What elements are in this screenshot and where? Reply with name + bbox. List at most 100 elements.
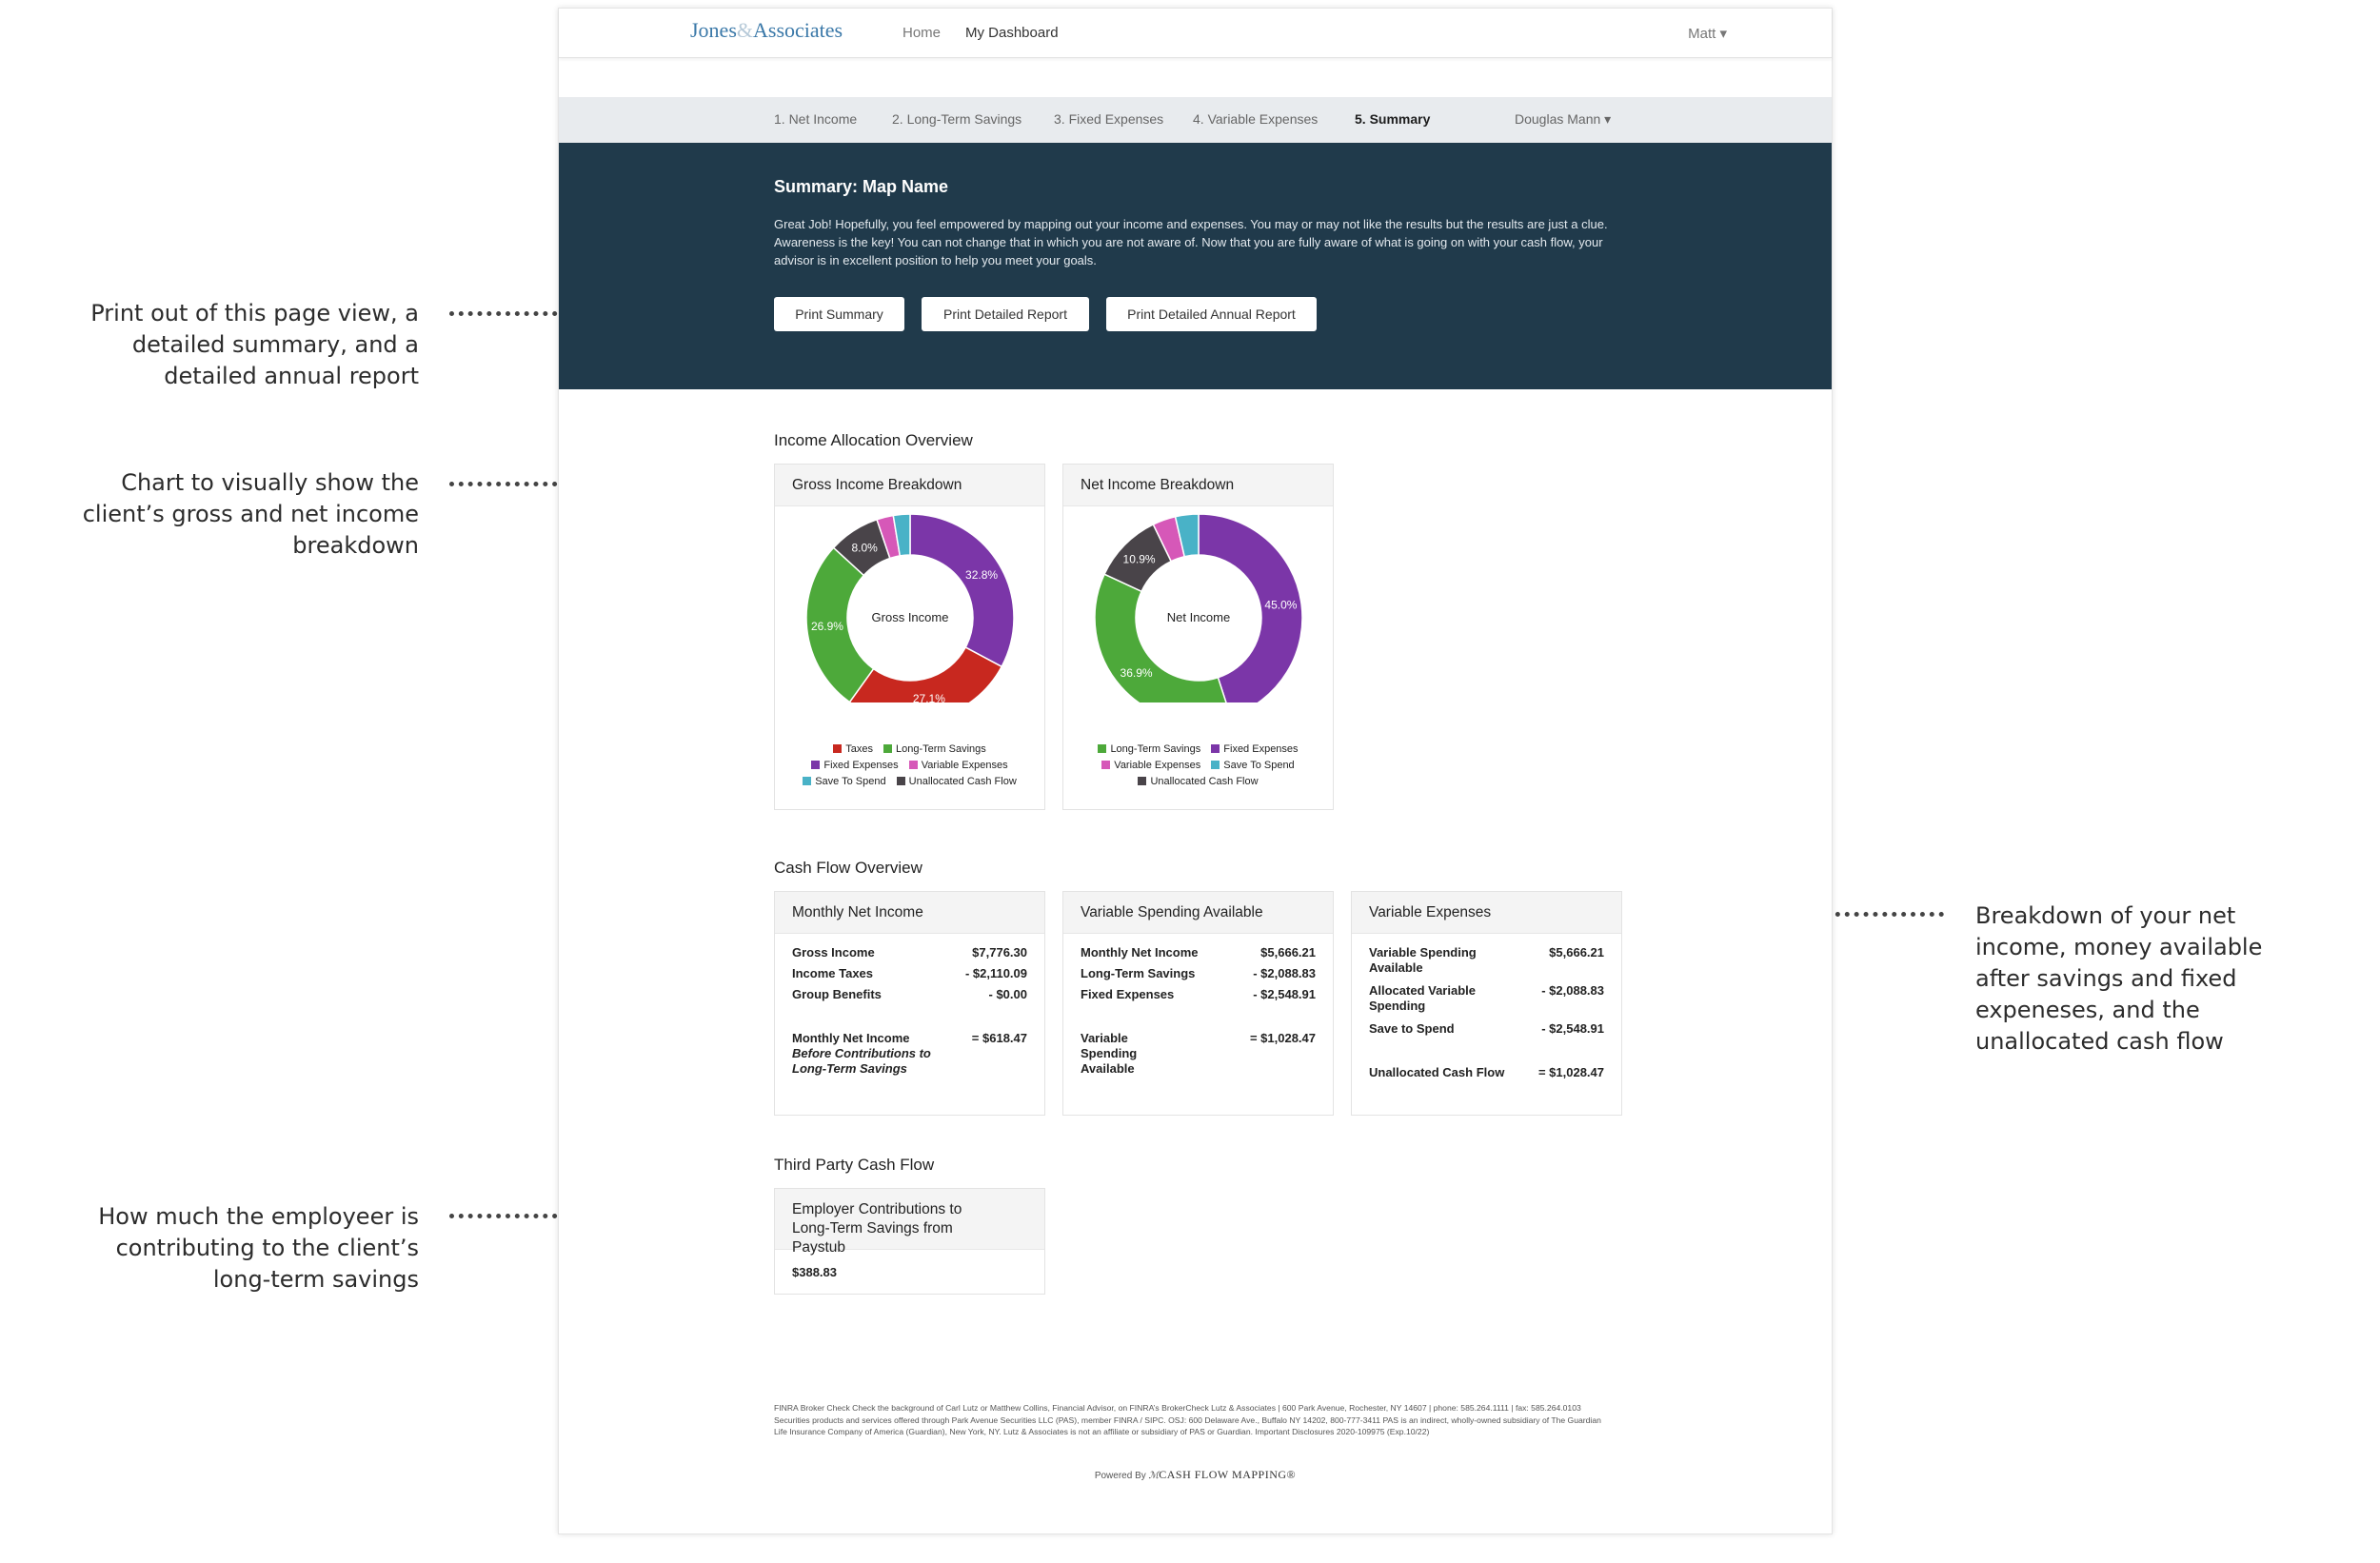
- annotation-line: Print out of this page view, a: [90, 300, 419, 326]
- logo[interactable]: Jones&Associates: [690, 18, 843, 43]
- print-detailed-annual-report-button[interactable]: Print Detailed Annual Report: [1106, 297, 1317, 331]
- step-summary[interactable]: 5. Summary: [1355, 111, 1430, 127]
- summary-hero: Summary: Map Name Great Job! Hopefully, …: [559, 143, 1832, 389]
- slice-data-label: 45.0%: [1264, 598, 1297, 611]
- legend-swatch: [883, 744, 893, 753]
- table-row: Variable Spending Available $5,666.21: [1369, 945, 1604, 983]
- table-row: Save to Spend - $2,548.91: [1369, 1021, 1604, 1042]
- row-label: Save to Spend: [1369, 1021, 1455, 1036]
- row-value: - $2,110.09: [964, 966, 1027, 980]
- annotation-line: client’s gross and net income: [82, 501, 419, 527]
- summary-description: Great Job! Hopefully, you feel empowered…: [774, 217, 1608, 267]
- table-row: Group Benefits - $0.00: [792, 987, 1027, 1008]
- legend-item-save-to-spend: Save To Spend: [803, 774, 886, 790]
- legend-swatch: [811, 761, 821, 769]
- row-label: Group Benefits: [792, 987, 882, 1001]
- income-allocation-title: Income Allocation Overview: [774, 431, 973, 449]
- total-row: Variable Spending Available = $1,028.47: [1081, 1031, 1316, 1076]
- monthly-net-income-rows: Gross Income $7,776.30 Income Taxes - $2,1…: [792, 945, 1027, 1088]
- total-row: Unallocated Cash Flow = $1,028.47: [1369, 1065, 1604, 1086]
- legend-label: Long-Term Savings: [1110, 743, 1201, 755]
- step-net-income[interactable]: 1. Net Income: [774, 111, 857, 127]
- print-summary-button[interactable]: Print Summary: [774, 297, 904, 331]
- variable-expenses-rows: Variable Spending Available $5,666.21 All…: [1369, 945, 1604, 1086]
- table-row: Gross Income $7,776.30: [792, 945, 1027, 966]
- legend-swatch: [1101, 761, 1111, 769]
- user-menu[interactable]: Matt ▾: [1688, 25, 1727, 42]
- total-value: = $618.47: [971, 1031, 1027, 1045]
- annotation-line: Breakdown of your net: [1975, 902, 2236, 929]
- legend-item-fixed-expenses: Fixed Expenses: [811, 758, 899, 774]
- annotation-line: contributing to the client’s: [115, 1235, 419, 1261]
- legend-label: Unallocated Cash Flow: [908, 776, 1017, 787]
- step-navigation: 1. Net Income 2. Long-Term Savings 3. Fi…: [559, 97, 1832, 143]
- net-income-legend: Long-Term Savings Fixed Expenses Variabl…: [1063, 742, 1333, 790]
- legend-item-variable-expenses: Variable Expenses: [1101, 758, 1200, 774]
- table-row: Income Taxes - $2,110.09: [792, 966, 1027, 987]
- slice-data-label: 8.0%: [852, 542, 879, 555]
- total-row: Monthly Net Income Before Contributions t…: [792, 1031, 1027, 1088]
- client-selector[interactable]: Douglas Mann ▾: [1515, 111, 1611, 128]
- row-label: Monthly Net Income: [1081, 945, 1199, 960]
- total-value: = $1,028.47: [1537, 1065, 1604, 1079]
- top-navigation: Jones&Associates Home My Dashboard Matt …: [559, 9, 1832, 58]
- variable-spending-available-rows: Monthly Net Income $5,666.21 Long-Term Sa…: [1081, 945, 1316, 1076]
- annotation-line: after savings and fixed: [1975, 965, 2237, 992]
- total-label-text: Monthly Net Income: [792, 1031, 910, 1045]
- step-variable-expenses[interactable]: 4. Variable Expenses: [1193, 111, 1318, 127]
- powered-by-brand: CASH FLOW MAPPING®: [1159, 1468, 1297, 1481]
- legend-label: Fixed Expenses: [1223, 743, 1299, 755]
- row-label: Gross Income: [792, 945, 875, 960]
- annotation-line: Chart to visually show the: [121, 469, 419, 496]
- total-label: Monthly Net Income Before Contributions t…: [792, 1031, 935, 1077]
- annotation-line: income, money available: [1975, 934, 2263, 960]
- legend-label: Long-Term Savings: [896, 743, 986, 755]
- net-income-card-title: Net Income Breakdown: [1063, 465, 1333, 506]
- legend-swatch: [1098, 744, 1107, 753]
- employer-contributions-card-title: Employer Contributions to Long-Term Savi…: [775, 1189, 1044, 1256]
- donut-slice-fixed-expenses: [909, 513, 1015, 668]
- logo-text: Jones: [690, 18, 737, 42]
- legend-item-long-term-savings: Long-Term Savings: [1098, 742, 1200, 758]
- annotation-line: breakdown: [292, 532, 419, 559]
- table-row: Allocated Variable Spending - $2,088.83: [1369, 983, 1604, 1021]
- gross-income-donut-chart: 32.8% 27.1% 26.9% 8.0% Gross Income: [805, 513, 1015, 702]
- third-party-cash-flow-title: Third Party Cash Flow: [774, 1156, 935, 1174]
- net-income-card: Net Income Breakdown 45.0% 36.9% 10.9% Net …: [1062, 464, 1334, 810]
- monthly-net-income-card: Monthly Net Income Gross Income $7,776.30…: [774, 891, 1045, 1116]
- footer-disclaimer: FINRA Broker Check Check the background …: [774, 1403, 1601, 1436]
- legend-label: Fixed Expenses: [823, 760, 899, 771]
- annotation-line: How much the employeer is: [98, 1203, 419, 1230]
- row-label: Variable Spending Available: [1369, 945, 1477, 975]
- gross-income-card-title: Gross Income Breakdown: [775, 465, 1044, 506]
- legend-label: Taxes: [845, 743, 873, 755]
- page-screenshot: Jones&Associates Home My Dashboard Matt …: [558, 8, 1833, 1534]
- table-row: Monthly Net Income $5,666.21: [1081, 945, 1316, 966]
- row-label: Fixed Expenses: [1081, 987, 1175, 1001]
- row-label: Long-Term Savings: [1081, 966, 1196, 980]
- row-value: - $2,548.91: [1541, 1021, 1604, 1036]
- total-label: Variable Spending Available: [1081, 1031, 1138, 1076]
- step-fixed-expenses[interactable]: 3. Fixed Expenses: [1054, 111, 1163, 127]
- annotation-print: Print out of this page view, a detailed …: [19, 298, 419, 392]
- donut-center-label: Net Income: [1167, 610, 1230, 624]
- legend-swatch: [833, 744, 843, 753]
- row-value: $5,666.21: [1260, 945, 1316, 960]
- row-label: Allocated Variable Spending: [1369, 983, 1476, 1013]
- legend-swatch: [896, 777, 905, 785]
- nav-my-dashboard[interactable]: My Dashboard: [965, 25, 1059, 41]
- gross-income-card: Gross Income Breakdown 32.8% 27.1% 26.9% 8.…: [774, 464, 1045, 810]
- variable-expenses-card: Variable Expenses Variable Spending Avai…: [1351, 891, 1622, 1116]
- employer-contributions-value: $388.83: [792, 1265, 837, 1279]
- slice-data-label: 27.1%: [913, 692, 945, 702]
- row-value: $5,666.21: [1549, 945, 1604, 960]
- net-income-donut-chart: 45.0% 36.9% 10.9% Net Income: [1094, 513, 1303, 702]
- legend-item-save-to-spend: Save To Spend: [1211, 758, 1295, 774]
- step-long-term-savings[interactable]: 2. Long-Term Savings: [892, 111, 1021, 127]
- print-detailed-report-button[interactable]: Print Detailed Report: [922, 297, 1089, 331]
- legend-swatch: [1211, 761, 1220, 769]
- nav-home[interactable]: Home: [902, 25, 941, 41]
- total-label: Unallocated Cash Flow: [1369, 1065, 1505, 1079]
- slice-data-label: 32.8%: [965, 568, 998, 582]
- donut-center-label: Gross Income: [872, 610, 949, 624]
